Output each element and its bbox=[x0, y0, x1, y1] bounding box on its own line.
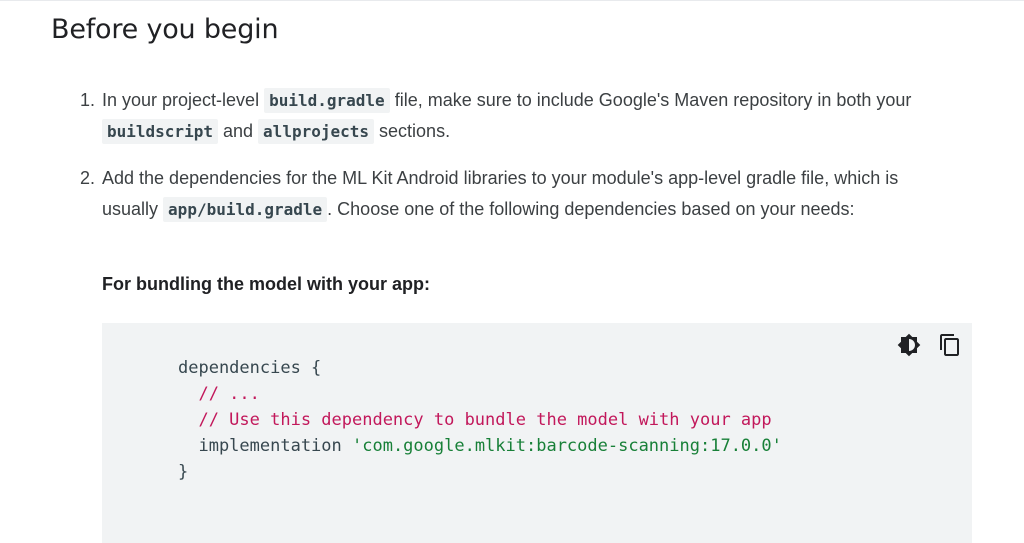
step-text: Add the dependencies for the ML Kit Andr… bbox=[102, 163, 956, 225]
code-line: dependencies { bbox=[178, 358, 322, 378]
code-keyword: implementation bbox=[178, 436, 352, 456]
copy-icon[interactable] bbox=[938, 333, 962, 357]
inline-code-buildscript: buildscript bbox=[102, 119, 218, 144]
code-block[interactable]: dependencies { // ... // Use this depend… bbox=[102, 323, 972, 543]
top-divider bbox=[0, 0, 1024, 1]
inline-code-allprojects: allprojects bbox=[258, 119, 375, 144]
bundling-heading: For bundling the model with your app: bbox=[102, 274, 430, 294]
code-line: } bbox=[178, 462, 189, 482]
list-item-step-2: 2. Add the dependencies for the ML Kit A… bbox=[76, 163, 956, 225]
inline-code-build-gradle: build.gradle bbox=[264, 88, 390, 113]
inline-code-app-build-gradle: app/build.gradle bbox=[163, 197, 328, 222]
step-number: 1. bbox=[80, 90, 96, 110]
code-comment: // ... bbox=[178, 384, 260, 404]
section-title: Before you begin bbox=[51, 14, 279, 45]
code-comment: // Use this dependency to bundle the mod… bbox=[178, 410, 772, 430]
step-text: In your project-level build.gradle file,… bbox=[102, 85, 956, 147]
list-item-step-1: 1. In your project-level build.gradle fi… bbox=[76, 85, 956, 147]
step-number: 2. bbox=[80, 168, 96, 188]
code-string: 'com.google.mlkit:barcode-scanning:17.0.… bbox=[352, 436, 782, 456]
code-content[interactable]: dependencies { // ... // Use this depend… bbox=[178, 355, 782, 485]
dark-mode-icon[interactable] bbox=[897, 333, 921, 357]
